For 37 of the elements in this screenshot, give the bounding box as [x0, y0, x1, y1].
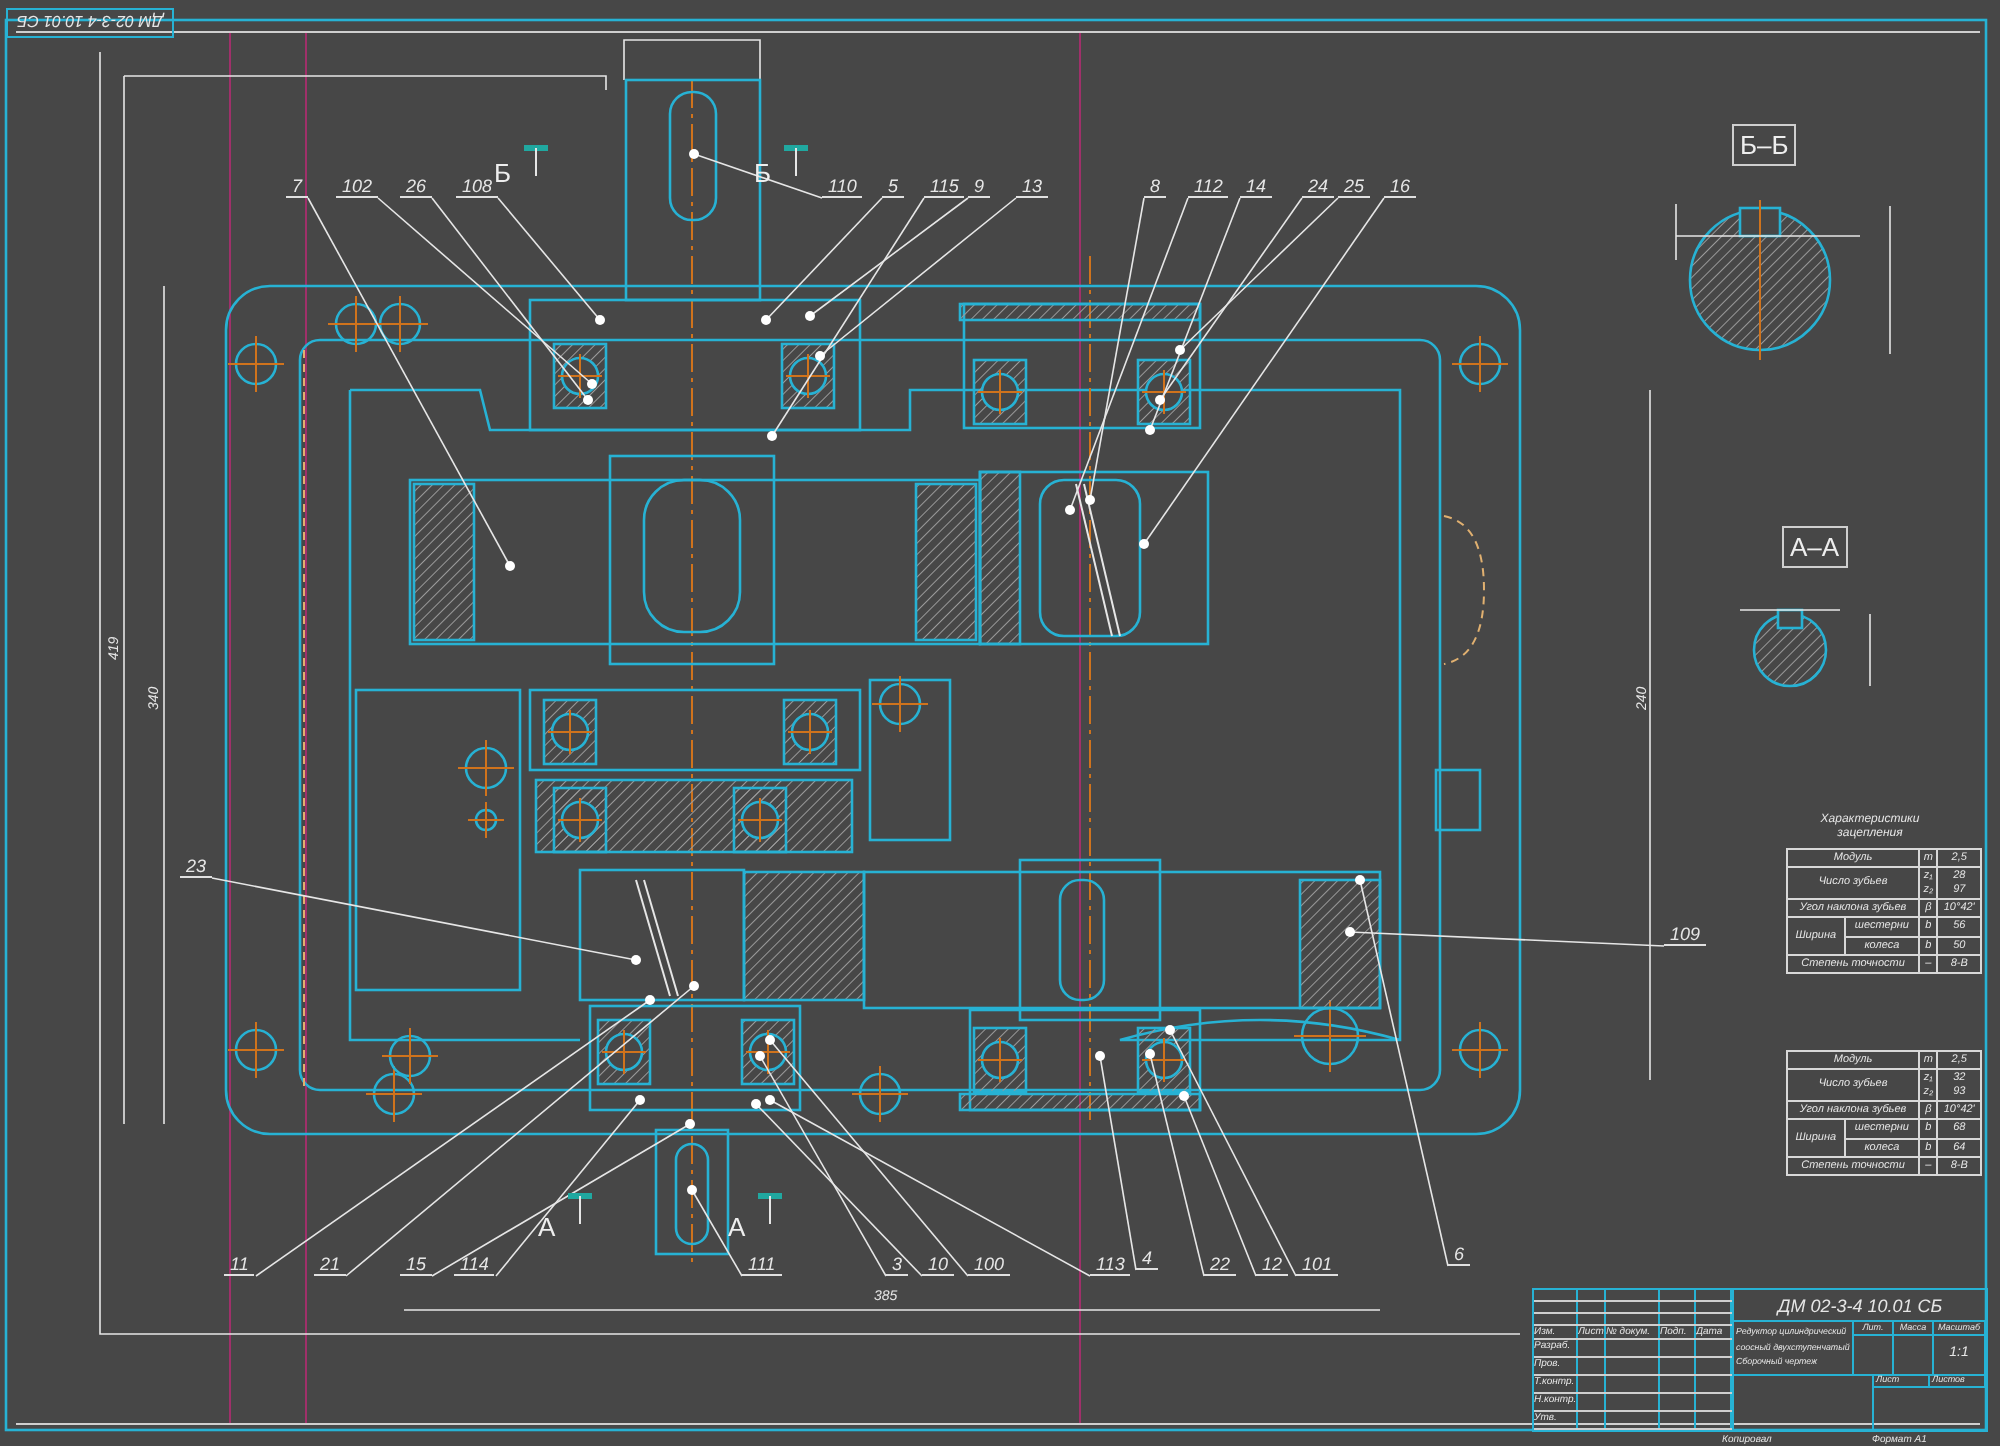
part-number: 22 [1204, 1254, 1237, 1276]
part-number: 111 [742, 1254, 782, 1276]
part-number: 113 [1090, 1254, 1131, 1276]
part-number: 108 [456, 176, 499, 198]
part-number: 5 [882, 176, 905, 198]
part-number: 16 [1384, 176, 1417, 198]
part-number: 26 [400, 176, 433, 198]
part-number: 100 [968, 1254, 1011, 1276]
part-number: 6 [1448, 1244, 1471, 1266]
part-number: 21 [314, 1254, 347, 1276]
part-number: 112 [1188, 176, 1229, 198]
part-number: 23 [180, 856, 213, 878]
part-number: 101 [1296, 1254, 1339, 1276]
part-number: 7 [286, 176, 309, 198]
part-number: 8 [1144, 176, 1167, 198]
part-number: 15 [400, 1254, 433, 1276]
section-title: А–А [1782, 526, 1848, 568]
drawing-number-stamp: ДМ 02-3-4 10.01 СБ [6, 8, 174, 38]
part-number: 109 [1664, 924, 1707, 946]
section-mark: Б [494, 160, 512, 188]
part-number: 10 [922, 1254, 955, 1276]
part-number: 12 [1256, 1254, 1289, 1276]
part-number: 13 [1016, 176, 1049, 198]
part-number: 110 [822, 176, 863, 198]
part-number: 14 [1240, 176, 1273, 198]
part-number: 24 [1302, 176, 1335, 198]
section-title: Б–Б [1732, 124, 1797, 166]
drawing-designation: ДМ 02-3-4 10.01 СБ [1734, 1290, 1986, 1322]
part-number: 9 [968, 176, 991, 198]
part-number: 3 [886, 1254, 909, 1276]
part-number: 114 [454, 1254, 495, 1276]
part-number: 25 [1338, 176, 1371, 198]
section-mark: А [538, 1214, 556, 1242]
part-number: 115 [924, 176, 965, 198]
part-number: 4 [1136, 1248, 1159, 1270]
shaft-section-drawing [1739, 608, 1871, 688]
part-number: 102 [336, 176, 379, 198]
